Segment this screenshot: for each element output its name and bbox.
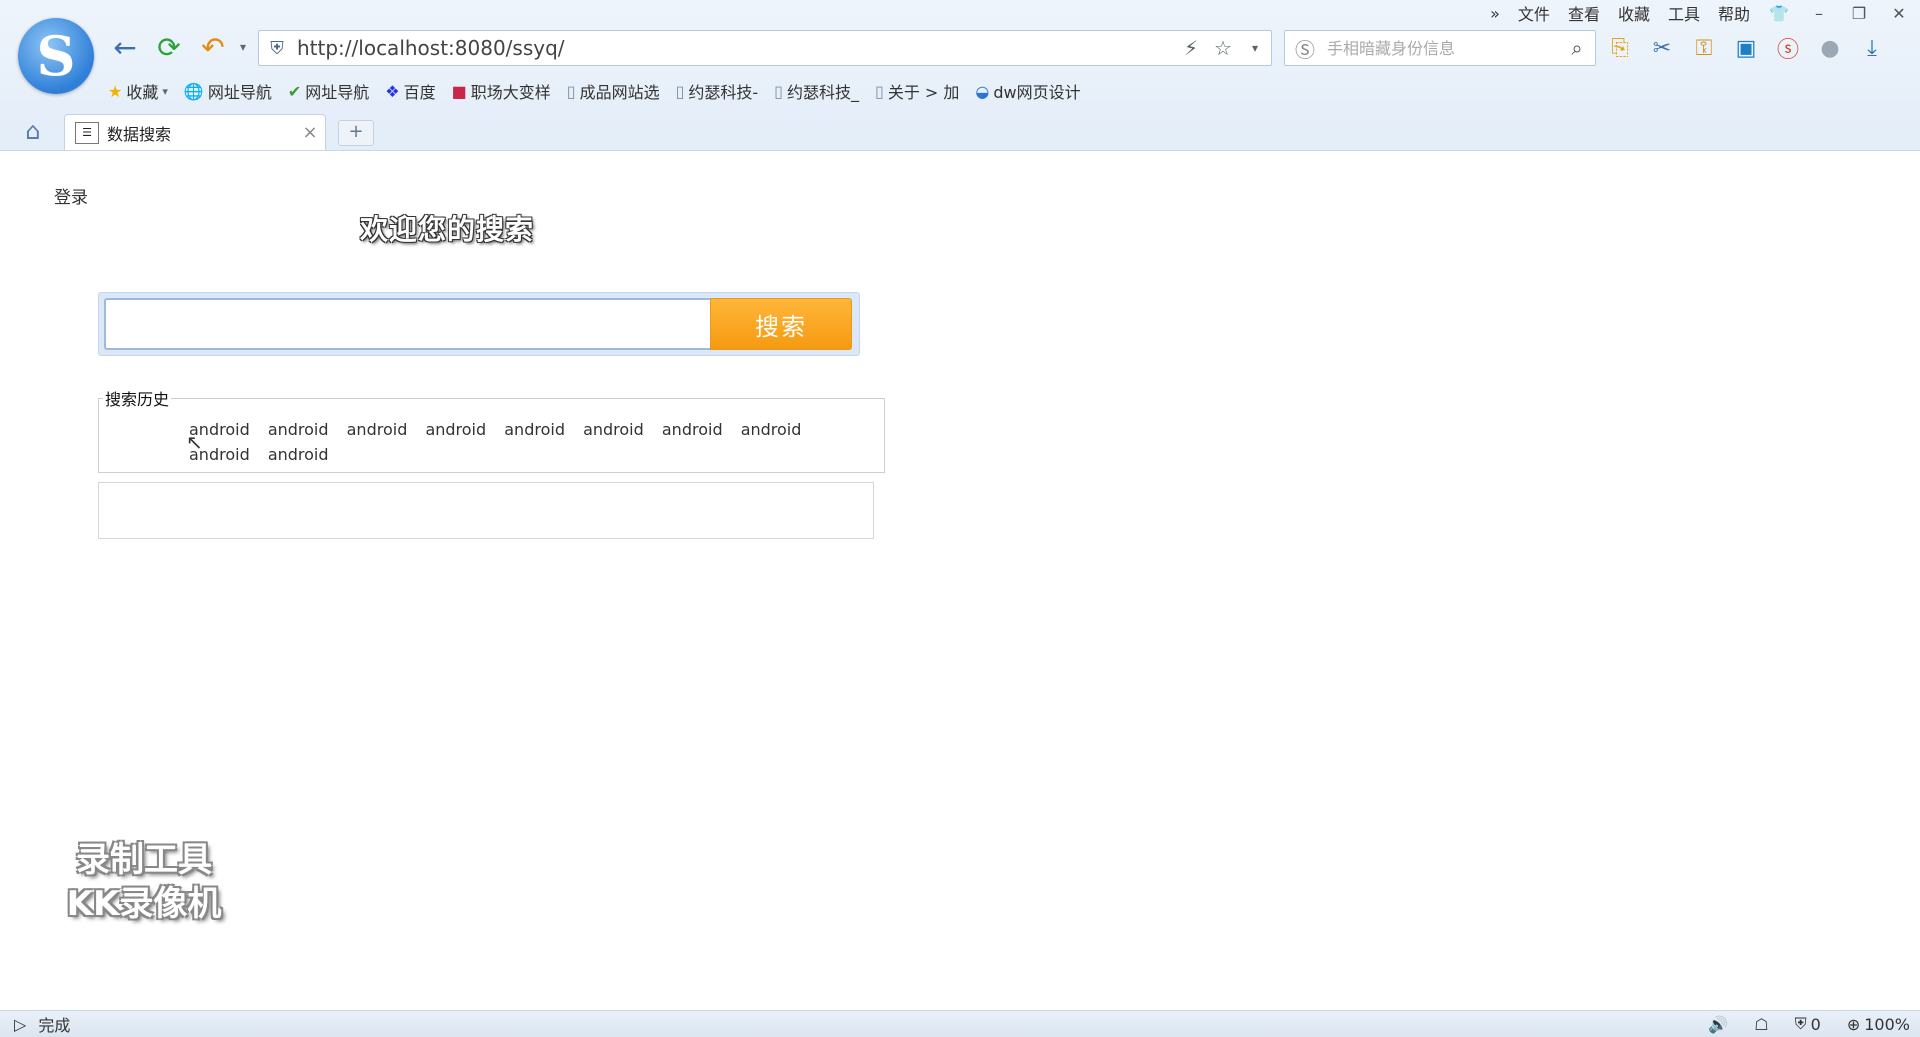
zoom-indicator[interactable]: ⊕ 100% — [1847, 1015, 1910, 1034]
restore-icon[interactable]: ❐ — [1848, 4, 1870, 23]
scissors-icon[interactable]: ✂ — [1648, 34, 1676, 62]
undo-dropdown-icon[interactable]: ▾ — [226, 30, 260, 64]
mouse-cursor-icon: ↖ — [186, 430, 203, 454]
network-icon[interactable]: ☖ — [1754, 1015, 1768, 1034]
new-tab-button[interactable]: + — [338, 120, 374, 146]
recorder-watermark: 录制工具 KK录像机 — [44, 838, 244, 926]
history-item[interactable]: android — [425, 420, 486, 439]
star-favorite-icon[interactable]: ☆ — [1207, 36, 1239, 60]
adblock-indicator[interactable]: ⛨ 0 — [1795, 1014, 1821, 1034]
bookmark-item[interactable]: ✔ 网址导航 — [288, 79, 369, 103]
bookmark-item[interactable]: ◒ dw网页设计 — [975, 79, 1080, 103]
history-item[interactable]: android — [268, 445, 329, 464]
bookmark-item[interactable]: ▯ 关于 > 加 — [875, 79, 959, 103]
history-item[interactable]: android — [662, 420, 723, 439]
menu-favorites[interactable]: 收藏 — [1618, 1, 1650, 25]
browser-search-box: Ⓢ ⌕ — [1284, 30, 1596, 66]
menu-file[interactable]: 文件 — [1518, 1, 1550, 25]
skin-icon[interactable]: 👕 — [1768, 4, 1790, 23]
home-icon[interactable]: ⌂ — [18, 116, 48, 146]
globe-icon: 🌐 — [183, 81, 204, 101]
page-icon: ▯ — [774, 81, 783, 101]
page-icon: ▯ — [875, 81, 884, 101]
zoom-level: 100% — [1864, 1014, 1910, 1034]
minimize-icon[interactable]: – — [1808, 4, 1830, 23]
menu-help[interactable]: 帮助 — [1718, 1, 1750, 25]
address-dropdown-icon[interactable]: ▾ — [1239, 41, 1271, 55]
history-item[interactable]: android — [268, 420, 329, 439]
back-icon[interactable]: ← — [108, 30, 142, 64]
page-favicon-icon: ☰ — [75, 121, 99, 144]
wps-icon[interactable]: ⓢ — [1774, 34, 1802, 63]
volume-icon[interactable]: 🔊 — [1708, 1015, 1728, 1034]
status-text: 完成 — [38, 1016, 71, 1035]
bookmark-item[interactable]: ■ 职场大变样 — [452, 79, 551, 103]
search-icon[interactable]: ⌕ — [1559, 36, 1595, 60]
watermark-line-2: KK录像机 — [66, 884, 222, 924]
search-history-list: android android android android android … — [189, 417, 879, 467]
search-form: 搜索 — [98, 292, 860, 356]
search-input[interactable] — [104, 298, 710, 350]
shield-icon: ⛨ — [1794, 1014, 1807, 1033]
login-link[interactable]: 登录 — [54, 183, 88, 208]
sync-icon[interactable]: ⎘ — [1606, 34, 1634, 62]
bookmark-item[interactable]: 🌐 网址导航 — [184, 79, 272, 103]
lightning-icon[interactable]: ⚡ — [1175, 36, 1207, 60]
search-history-title: 搜索历史 — [103, 386, 172, 410]
adblock-count: 0 — [1810, 1014, 1821, 1034]
key-icon[interactable]: ⚿ — [1690, 34, 1718, 62]
menu-tools[interactable]: 工具 — [1668, 1, 1700, 25]
sidebar-toggle-icon[interactable]: ▷ — [14, 1015, 26, 1034]
url-input[interactable] — [295, 32, 1175, 64]
bookmark-item[interactable]: ▯ 成品网站选 — [567, 79, 660, 103]
bookmark-item[interactable]: ▯ 约瑟科技_ — [774, 79, 859, 103]
page-icon: ▯ — [675, 81, 685, 101]
address-bar: ⛨ ⚡ ☆ ▾ — [258, 30, 1272, 66]
browser-search-input[interactable] — [1325, 37, 1559, 59]
menu-view[interactable]: 查看 — [1568, 1, 1600, 25]
refresh-icon[interactable]: ⟳ — [152, 30, 186, 64]
history-item[interactable]: android — [583, 420, 644, 439]
status-bar: ▷ 完成 🔊 ☖ ⛨ 0 ⊕ 100% — [0, 1010, 1920, 1037]
chevron-down-icon: ▾ — [162, 84, 168, 98]
bookmark-item[interactable]: ❖ 百度 — [385, 79, 435, 103]
search-button[interactable]: 搜索 — [710, 298, 852, 350]
browser-chrome: S » 文件 查看 收藏 工具 帮助 👕 – ❐ ✕ ← ⟳ ↶ ▾ ⛨ ⚡ ☆… — [0, 0, 1920, 151]
history-item[interactable]: android — [504, 420, 565, 439]
app-icon: ■ — [451, 81, 467, 101]
bookmark-favorites[interactable]: ★ 收藏 ▾ — [108, 79, 168, 103]
zoom-icon: ⊕ — [1846, 1014, 1861, 1034]
tab-title: 数据搜索 — [107, 124, 172, 144]
watermark-line-1: 录制工具 — [76, 840, 212, 880]
search-history-box: 搜索历史 android android android android and… — [98, 386, 885, 473]
star-icon: ★ — [108, 81, 123, 101]
status-right: 🔊 ☖ ⛨ 0 ⊕ 100% — [1708, 1014, 1910, 1034]
bookmark-item[interactable]: ▯ 约瑟科技- — [676, 79, 759, 103]
security-shield-icon: ⛨ — [270, 37, 284, 59]
menu-more-icon[interactable]: » — [1490, 4, 1500, 23]
history-item[interactable]: android — [347, 420, 408, 439]
extension-icon[interactable]: ▣ — [1732, 34, 1760, 62]
close-window-icon[interactable]: ✕ — [1888, 4, 1910, 23]
page-icon: ▯ — [566, 81, 576, 101]
browser-logo: S — [18, 18, 94, 94]
tab-data-search[interactable]: ☰ 数据搜索 × — [64, 114, 326, 150]
baidu-icon: ❖ — [385, 81, 400, 101]
toolbar-icons: ⎘ ✂ ⚿ ▣ ⓢ ● ⤓ — [1606, 30, 1886, 66]
history-item[interactable]: android — [741, 420, 802, 439]
menu-bar: » 文件 查看 收藏 工具 帮助 👕 – ❐ ✕ — [1490, 0, 1910, 26]
undo-icon[interactable]: ↶ — [196, 30, 230, 64]
tab-close-icon[interactable]: × — [295, 122, 325, 143]
bookmarks-bar: ★ 收藏 ▾ 🌐 网址导航 ✔ 网址导航 ❖ 百度 ■ 职场大变样 ▯ 成品网站选 ▯ 约瑟科技… — [108, 78, 1081, 104]
dw-icon: ◒ — [975, 81, 990, 101]
download-icon[interactable]: ⤓ — [1858, 34, 1886, 62]
hao-icon: ✔ — [287, 81, 302, 101]
status-left: ▷ 完成 — [14, 1012, 70, 1036]
search-engine-icon[interactable]: Ⓢ — [1285, 34, 1325, 63]
search-results-box — [98, 482, 874, 539]
welcome-heading: 欢迎您的搜索 — [360, 213, 535, 246]
account-icon[interactable]: ● — [1816, 34, 1844, 62]
tab-strip: ⌂ ☰ 数据搜索 × + — [0, 112, 1920, 150]
